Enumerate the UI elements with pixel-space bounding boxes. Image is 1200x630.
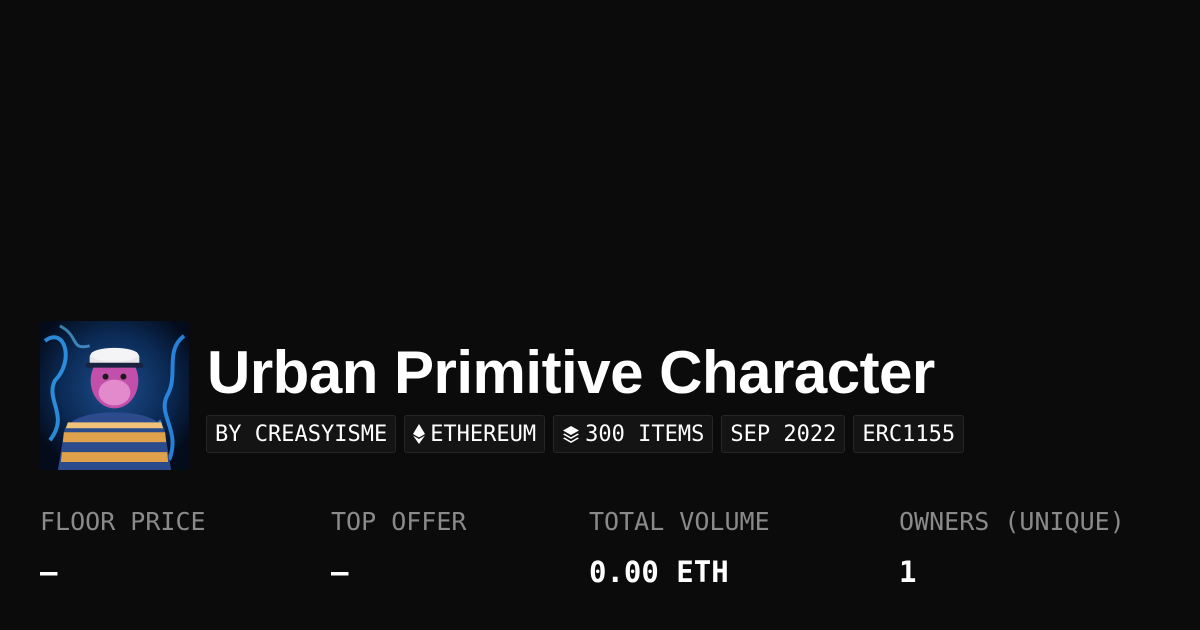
- top-offer-value: —: [331, 555, 349, 589]
- collection-avatar: [40, 321, 189, 470]
- standard-tag: ERC1155: [853, 415, 965, 453]
- creator-tag[interactable]: BY CREASYISME: [206, 415, 397, 453]
- top-offer-label: TOP OFFER: [331, 507, 467, 536]
- floor-price-value: —: [40, 555, 58, 589]
- chain-tag-label: ETHEREUM: [430, 421, 537, 447]
- items-tag: 300 ITEMS: [553, 415, 714, 453]
- collection-tags: BY CREASYISME ETHEREUM 300 ITEMS SEP 202…: [206, 415, 965, 453]
- date-tag: SEP 2022: [721, 415, 846, 453]
- layers-icon: [562, 425, 580, 443]
- ethereum-icon: [413, 424, 426, 444]
- owners-label: OWNERS (UNIQUE): [899, 507, 1125, 536]
- date-tag-label: SEP 2022: [730, 421, 837, 447]
- owners-value: 1: [899, 555, 917, 589]
- chain-tag: ETHEREUM: [404, 415, 546, 453]
- collection-title: Urban Primitive Character: [207, 339, 935, 406]
- standard-tag-label: ERC1155: [862, 421, 956, 447]
- creator-tag-label: BY CREASYISME: [215, 421, 388, 447]
- items-tag-label: 300 ITEMS: [585, 421, 705, 447]
- total-volume-value: 0.00 ETH: [589, 555, 729, 589]
- floor-price-label: FLOOR PRICE: [40, 507, 206, 536]
- total-volume-label: TOTAL VOLUME: [589, 507, 770, 536]
